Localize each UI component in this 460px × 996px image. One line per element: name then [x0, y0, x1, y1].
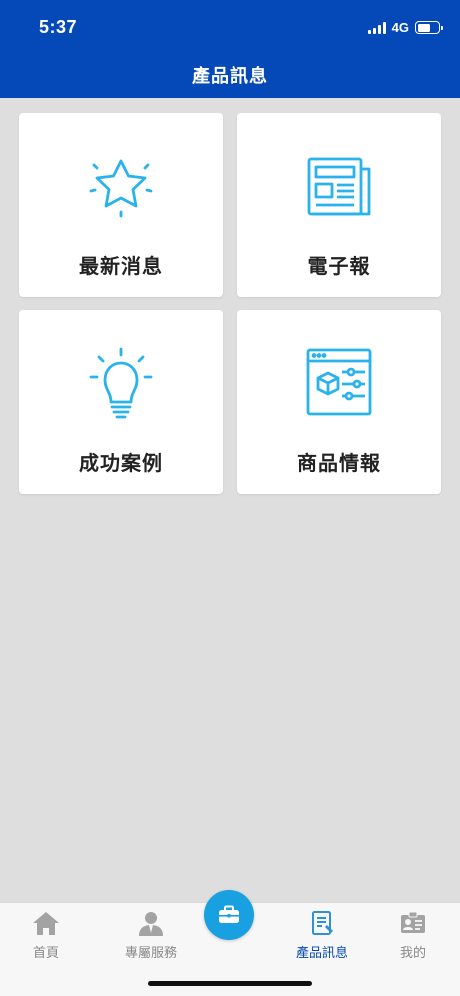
success-cases-card[interactable]: 成功案例 — [19, 310, 223, 494]
card-label: 電子報 — [307, 256, 371, 278]
home-indicator[interactable] — [148, 981, 312, 986]
lightbulb-icon — [89, 347, 153, 419]
news-card[interactable]: 最新消息 — [19, 113, 223, 297]
home-icon — [33, 912, 59, 935]
tab-home[interactable]: 首頁 — [8, 903, 84, 960]
agent-icon — [139, 912, 163, 936]
newspaper-icon — [307, 157, 371, 216]
status-indicators: 4G — [367, 20, 443, 35]
battery-icon — [415, 21, 443, 34]
card-label: 成功案例 — [79, 453, 163, 475]
id-card-icon — [401, 911, 425, 933]
tab-mine[interactable]: 我的 — [378, 903, 448, 960]
status-time: 5:37 — [39, 17, 78, 37]
card-label: 商品情報 — [297, 453, 381, 475]
center-action-button[interactable] — [204, 890, 254, 940]
app-header: 5:37 4G 產品訊息 — [0, 0, 460, 98]
card-label: 最新消息 — [79, 256, 163, 278]
tab-exclusive-service[interactable]: 專屬服務 — [98, 903, 204, 960]
page-title: 產品訊息 — [192, 66, 268, 86]
home-indicator-area — [0, 958, 460, 996]
product-settings-icon — [306, 348, 372, 416]
tab-product-info[interactable]: 產品訊息 — [282, 903, 362, 960]
newsletter-card[interactable]: 電子報 — [237, 113, 441, 297]
briefcase-icon — [219, 905, 239, 923]
product-info-card[interactable]: 商品情報 — [237, 310, 441, 494]
star-icon — [89, 159, 153, 218]
document-icon — [312, 911, 333, 935]
signal-icon — [367, 21, 386, 34]
network-type: 4G — [391, 20, 409, 35]
